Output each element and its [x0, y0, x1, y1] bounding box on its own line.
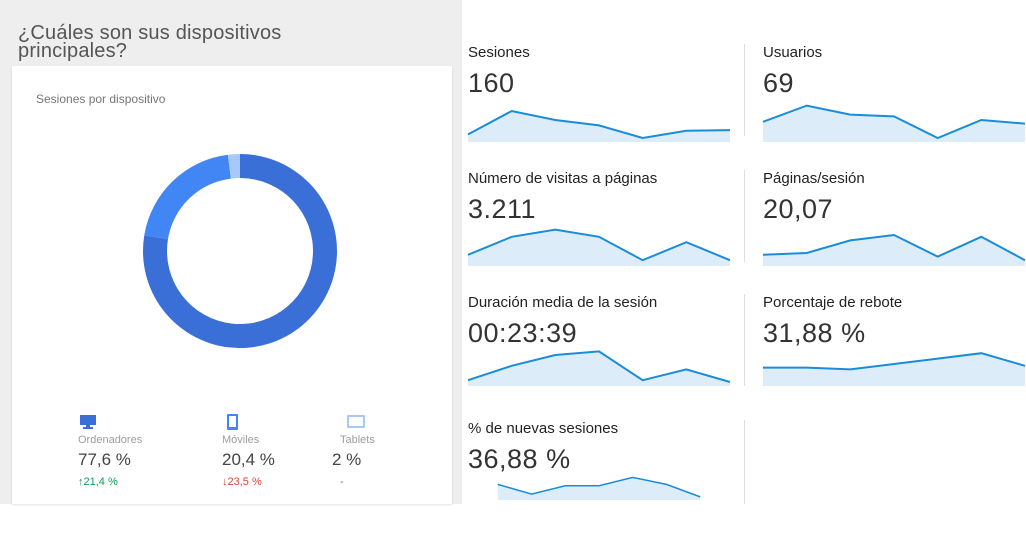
sparkline-area — [497, 477, 701, 500]
sparkline — [497, 476, 701, 500]
divider — [744, 44, 745, 136]
divider — [744, 294, 745, 386]
sparkline — [762, 233, 1026, 266]
metric-nuevas-sesiones[interactable]: % de nuevas sesiones 36,88 % — [468, 420, 730, 540]
metric-label: Número de visitas a páginas — [468, 170, 658, 187]
legend-value: 20,4 % — [222, 450, 275, 469]
sparkline-area — [468, 229, 730, 266]
metric-paginas-sesion[interactable]: Páginas/sesión 20,07 — [762, 170, 1026, 290]
mobile-icon — [227, 414, 238, 430]
legend-change: ↓23,5 % — [222, 476, 262, 488]
metric-label: Duración media de la sesión — [468, 294, 658, 311]
metric-sesiones[interactable]: Sesiones 160 — [467, 44, 731, 164]
sparkline — [467, 109, 731, 142]
donut-slice-móviles[interactable] — [144, 154, 231, 240]
sparkline-area — [763, 353, 1025, 386]
legend-name: Ordenadores — [78, 434, 143, 446]
metric-duracion-media[interactable]: Duración media de la sesión 00:23:39 — [467, 294, 731, 414]
metric-value: 20,07 — [763, 194, 834, 224]
metric-visitas-paginas[interactable]: Número de visitas a páginas 3.211 — [467, 170, 731, 290]
metric-label: Porcentaje de rebote — [763, 294, 903, 311]
sparkline-area — [468, 111, 730, 142]
metric-value: 69 — [763, 68, 795, 98]
sparkline — [467, 350, 731, 386]
legend-change: - — [340, 476, 344, 488]
metric-usuarios[interactable]: Usuarios 69 — [762, 44, 1026, 164]
legend-change: ↑21,4 % — [78, 476, 118, 488]
tablet-icon — [347, 415, 365, 428]
sparkline — [763, 352, 1026, 386]
sparkline — [467, 228, 731, 266]
sessions-donut-chart[interactable] — [96, 142, 384, 360]
metric-value: 160 — [468, 68, 515, 98]
legend-item-tablet[interactable]: Tablets 2 % - — [332, 414, 450, 488]
metric-label: Páginas/sesión — [763, 170, 865, 187]
divider — [744, 420, 745, 504]
sparkline — [762, 104, 1026, 142]
legend-item-mobile[interactable]: Móviles 20,4 % ↓23,5 % — [222, 414, 332, 488]
devices-section-title: ¿Cuáles son sus dispositivos principales… — [18, 22, 282, 62]
legend-value: 77,6 % — [78, 450, 131, 469]
legend-name: Móviles — [222, 434, 260, 446]
metric-porcentaje-rebote[interactable]: Porcentaje de rebote 31,88 % — [763, 294, 1026, 414]
desktop-icon — [80, 415, 96, 429]
sparkline-area — [763, 105, 1025, 142]
devices-card-title: Sesiones por dispositivo — [36, 92, 166, 106]
sparkline-area — [468, 351, 730, 386]
donut-slices — [142, 154, 337, 348]
legend-item-desktop[interactable]: Ordenadores 77,6 % ↑21,4 % — [78, 414, 188, 488]
metric-label: Usuarios — [763, 44, 823, 61]
legend-name: Tablets — [340, 434, 375, 446]
metric-value: 3.211 — [468, 194, 537, 224]
legend-value: 2 % — [332, 450, 362, 469]
metric-label: Sesiones — [468, 44, 530, 61]
metric-label: % de nuevas sesiones — [468, 420, 619, 437]
divider — [744, 170, 745, 262]
